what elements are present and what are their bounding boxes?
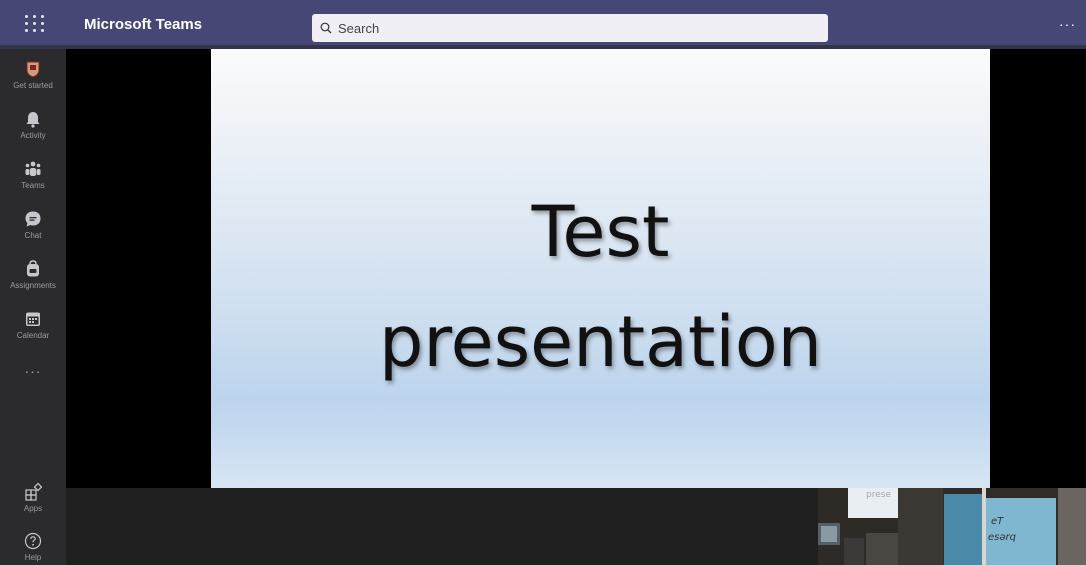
rail-item-help[interactable]: Help xyxy=(0,531,66,562)
calendar-icon xyxy=(26,312,40,326)
rail-item-chat[interactable]: Chat xyxy=(0,209,66,240)
backpack-icon xyxy=(27,260,39,277)
thumb2-text-line1: eT xyxy=(991,516,1004,527)
rail-item-label: Chat xyxy=(24,231,42,240)
teams-icon xyxy=(25,161,41,176)
video-feed-image: eT esərq xyxy=(898,488,1086,565)
slide-title-line1: Test xyxy=(531,191,670,273)
bell-icon xyxy=(26,112,40,128)
presentation-slide: Test presentation xyxy=(211,49,990,488)
participant-video-thumbnail[interactable]: prese xyxy=(818,488,898,565)
participant-video-thumbnail[interactable]: eT esərq xyxy=(898,488,1086,565)
slide-title: Test presentation xyxy=(211,177,990,397)
rail-more-button[interactable]: ··· xyxy=(0,363,66,379)
rail-item-activity[interactable]: Activity xyxy=(0,109,66,140)
crest-icon xyxy=(26,61,40,78)
slide-title-line2: presentation xyxy=(378,301,823,383)
rail-item-label: Calendar xyxy=(16,331,50,340)
rail-item-get-started[interactable]: Get started xyxy=(0,59,66,90)
rail-item-label: Teams xyxy=(21,181,45,190)
rail-item-teams[interactable]: Teams xyxy=(0,159,66,190)
thumb2-text-line2: esərq xyxy=(988,532,1016,543)
left-rail: Get started Activity Teams Chat Assignme… xyxy=(0,49,66,565)
rail-item-label: Activity xyxy=(20,131,46,140)
search-box[interactable] xyxy=(312,14,828,42)
thumb1-text: prese xyxy=(866,490,891,500)
rail-item-label: Apps xyxy=(23,504,43,513)
more-options-button[interactable]: ··· xyxy=(1059,16,1076,32)
rail-item-calendar[interactable]: Calendar xyxy=(0,309,66,340)
shared-content-stage: Test presentation xyxy=(66,49,1086,488)
participant-strip: prese eT esərq xyxy=(66,488,1086,565)
chat-icon xyxy=(25,211,41,227)
app-launcher-icon[interactable] xyxy=(20,11,50,35)
video-feed-image: prese xyxy=(818,488,898,565)
rail-item-label: Get started xyxy=(13,81,53,90)
rail-item-assignments[interactable]: Assignments xyxy=(0,259,66,290)
top-bar: Microsoft Teams ··· xyxy=(0,0,1086,49)
rail-item-label: Assignments xyxy=(10,281,56,290)
rail-item-apps[interactable]: Apps xyxy=(0,482,66,513)
search-icon xyxy=(320,22,332,34)
apps-icon xyxy=(25,482,43,501)
help-icon xyxy=(24,532,42,550)
search-input[interactable] xyxy=(338,18,808,38)
app-title: Microsoft Teams xyxy=(84,16,203,33)
rail-item-label: Help xyxy=(24,553,42,562)
